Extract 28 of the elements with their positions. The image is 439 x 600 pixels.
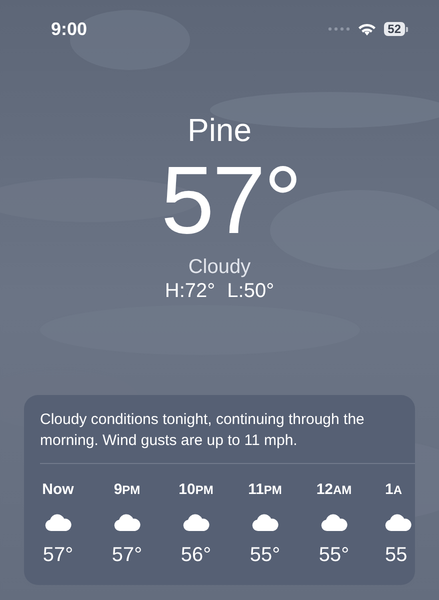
- city-name: Pine: [187, 111, 252, 149]
- hour-label: 12AM: [316, 480, 352, 500]
- cloud-icon: [320, 514, 348, 531]
- forecast-summary: Cloudy conditions tonight, continuing through the morning. Wind gusts are up to 11 mph.: [40, 410, 366, 451]
- cloud-icon: [385, 514, 412, 531]
- status-time: 9:00: [51, 18, 88, 40]
- hour-temperature: 55°: [250, 543, 280, 567]
- cloud-icon: [182, 514, 210, 531]
- hour-temperature: 55°: [318, 543, 350, 567]
- hour-label: 11PM: [248, 480, 282, 500]
- hour-temperature: 57°: [112, 543, 142, 567]
- hour-label: 1A: [385, 480, 402, 500]
- low-temperature: L:50°: [227, 279, 274, 303]
- battery-icon: 52: [384, 22, 408, 36]
- high-temperature: H:72°: [164, 279, 216, 303]
- hour-label: 10PM: [178, 480, 214, 500]
- current-temperature: 57°: [160, 149, 300, 253]
- wifi-icon: [358, 22, 376, 36]
- hour-temperature: 55: [385, 543, 408, 567]
- hour-temperature: 56°: [180, 543, 212, 567]
- cloud-icon: [44, 514, 72, 531]
- hour-label: 9PM: [114, 480, 140, 500]
- cloud-icon: [252, 514, 278, 531]
- hour-label: Now: [42, 480, 74, 500]
- condition-label: Cloudy: [188, 255, 251, 279]
- cloud-icon: [114, 514, 140, 531]
- hour-temperature: 57°: [42, 543, 74, 567]
- cellular-signal-icon: [328, 27, 350, 31]
